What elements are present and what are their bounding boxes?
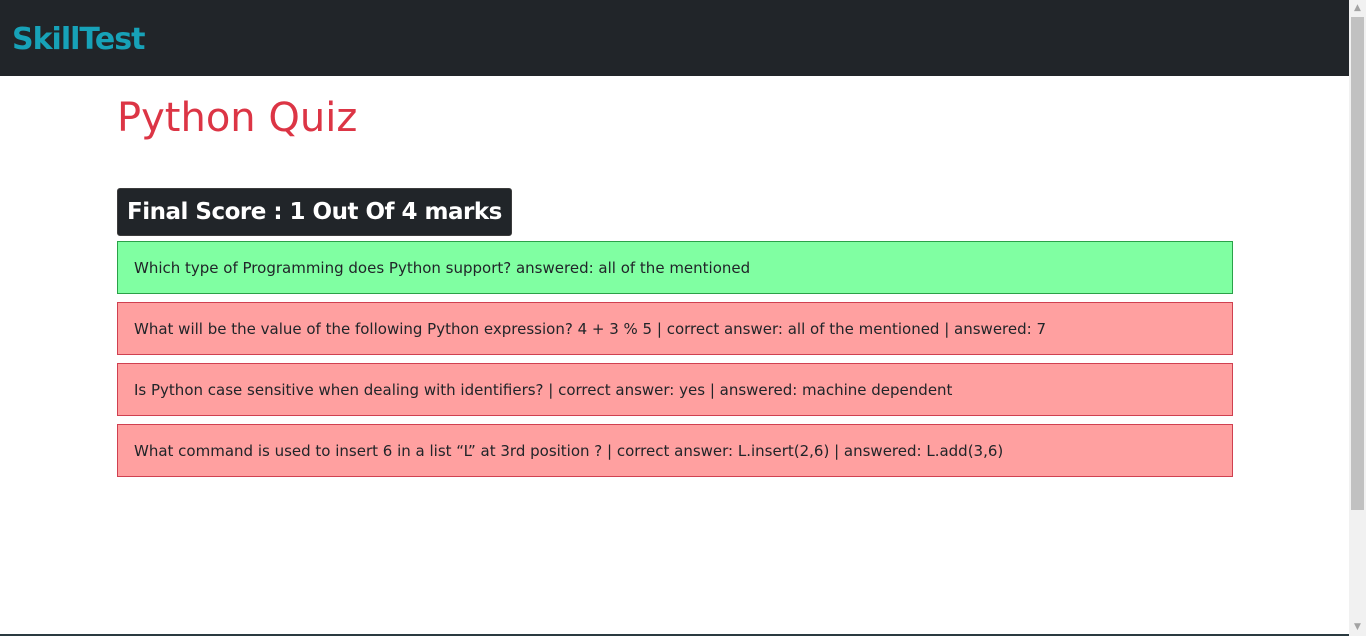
scrollbar-thumb[interactable] — [1351, 17, 1364, 510]
triangle-up-icon[interactable]: ▲ — [1349, 0, 1366, 17]
result-item-4: What command is used to insert 6 in a li… — [117, 424, 1233, 477]
result-item-2: What will be the value of the following … — [117, 302, 1233, 355]
result-item-1: Which type of Programming does Python su… — [117, 241, 1233, 294]
triangle-down-icon[interactable]: ▼ — [1349, 619, 1366, 636]
vertical-scrollbar[interactable]: ▲ ▼ — [1349, 0, 1366, 636]
page: SkillTest Python Quiz Final Score : 1 Ou… — [0, 0, 1366, 636]
brand-link[interactable]: SkillTest — [12, 20, 145, 60]
page-title: Python Quiz — [117, 95, 358, 141]
final-score-badge: Final Score : 1 Out Of 4 marks — [117, 188, 512, 236]
result-item-3: Is Python case sensitive when dealing wi… — [117, 363, 1233, 416]
navbar: SkillTest — [0, 0, 1349, 76]
